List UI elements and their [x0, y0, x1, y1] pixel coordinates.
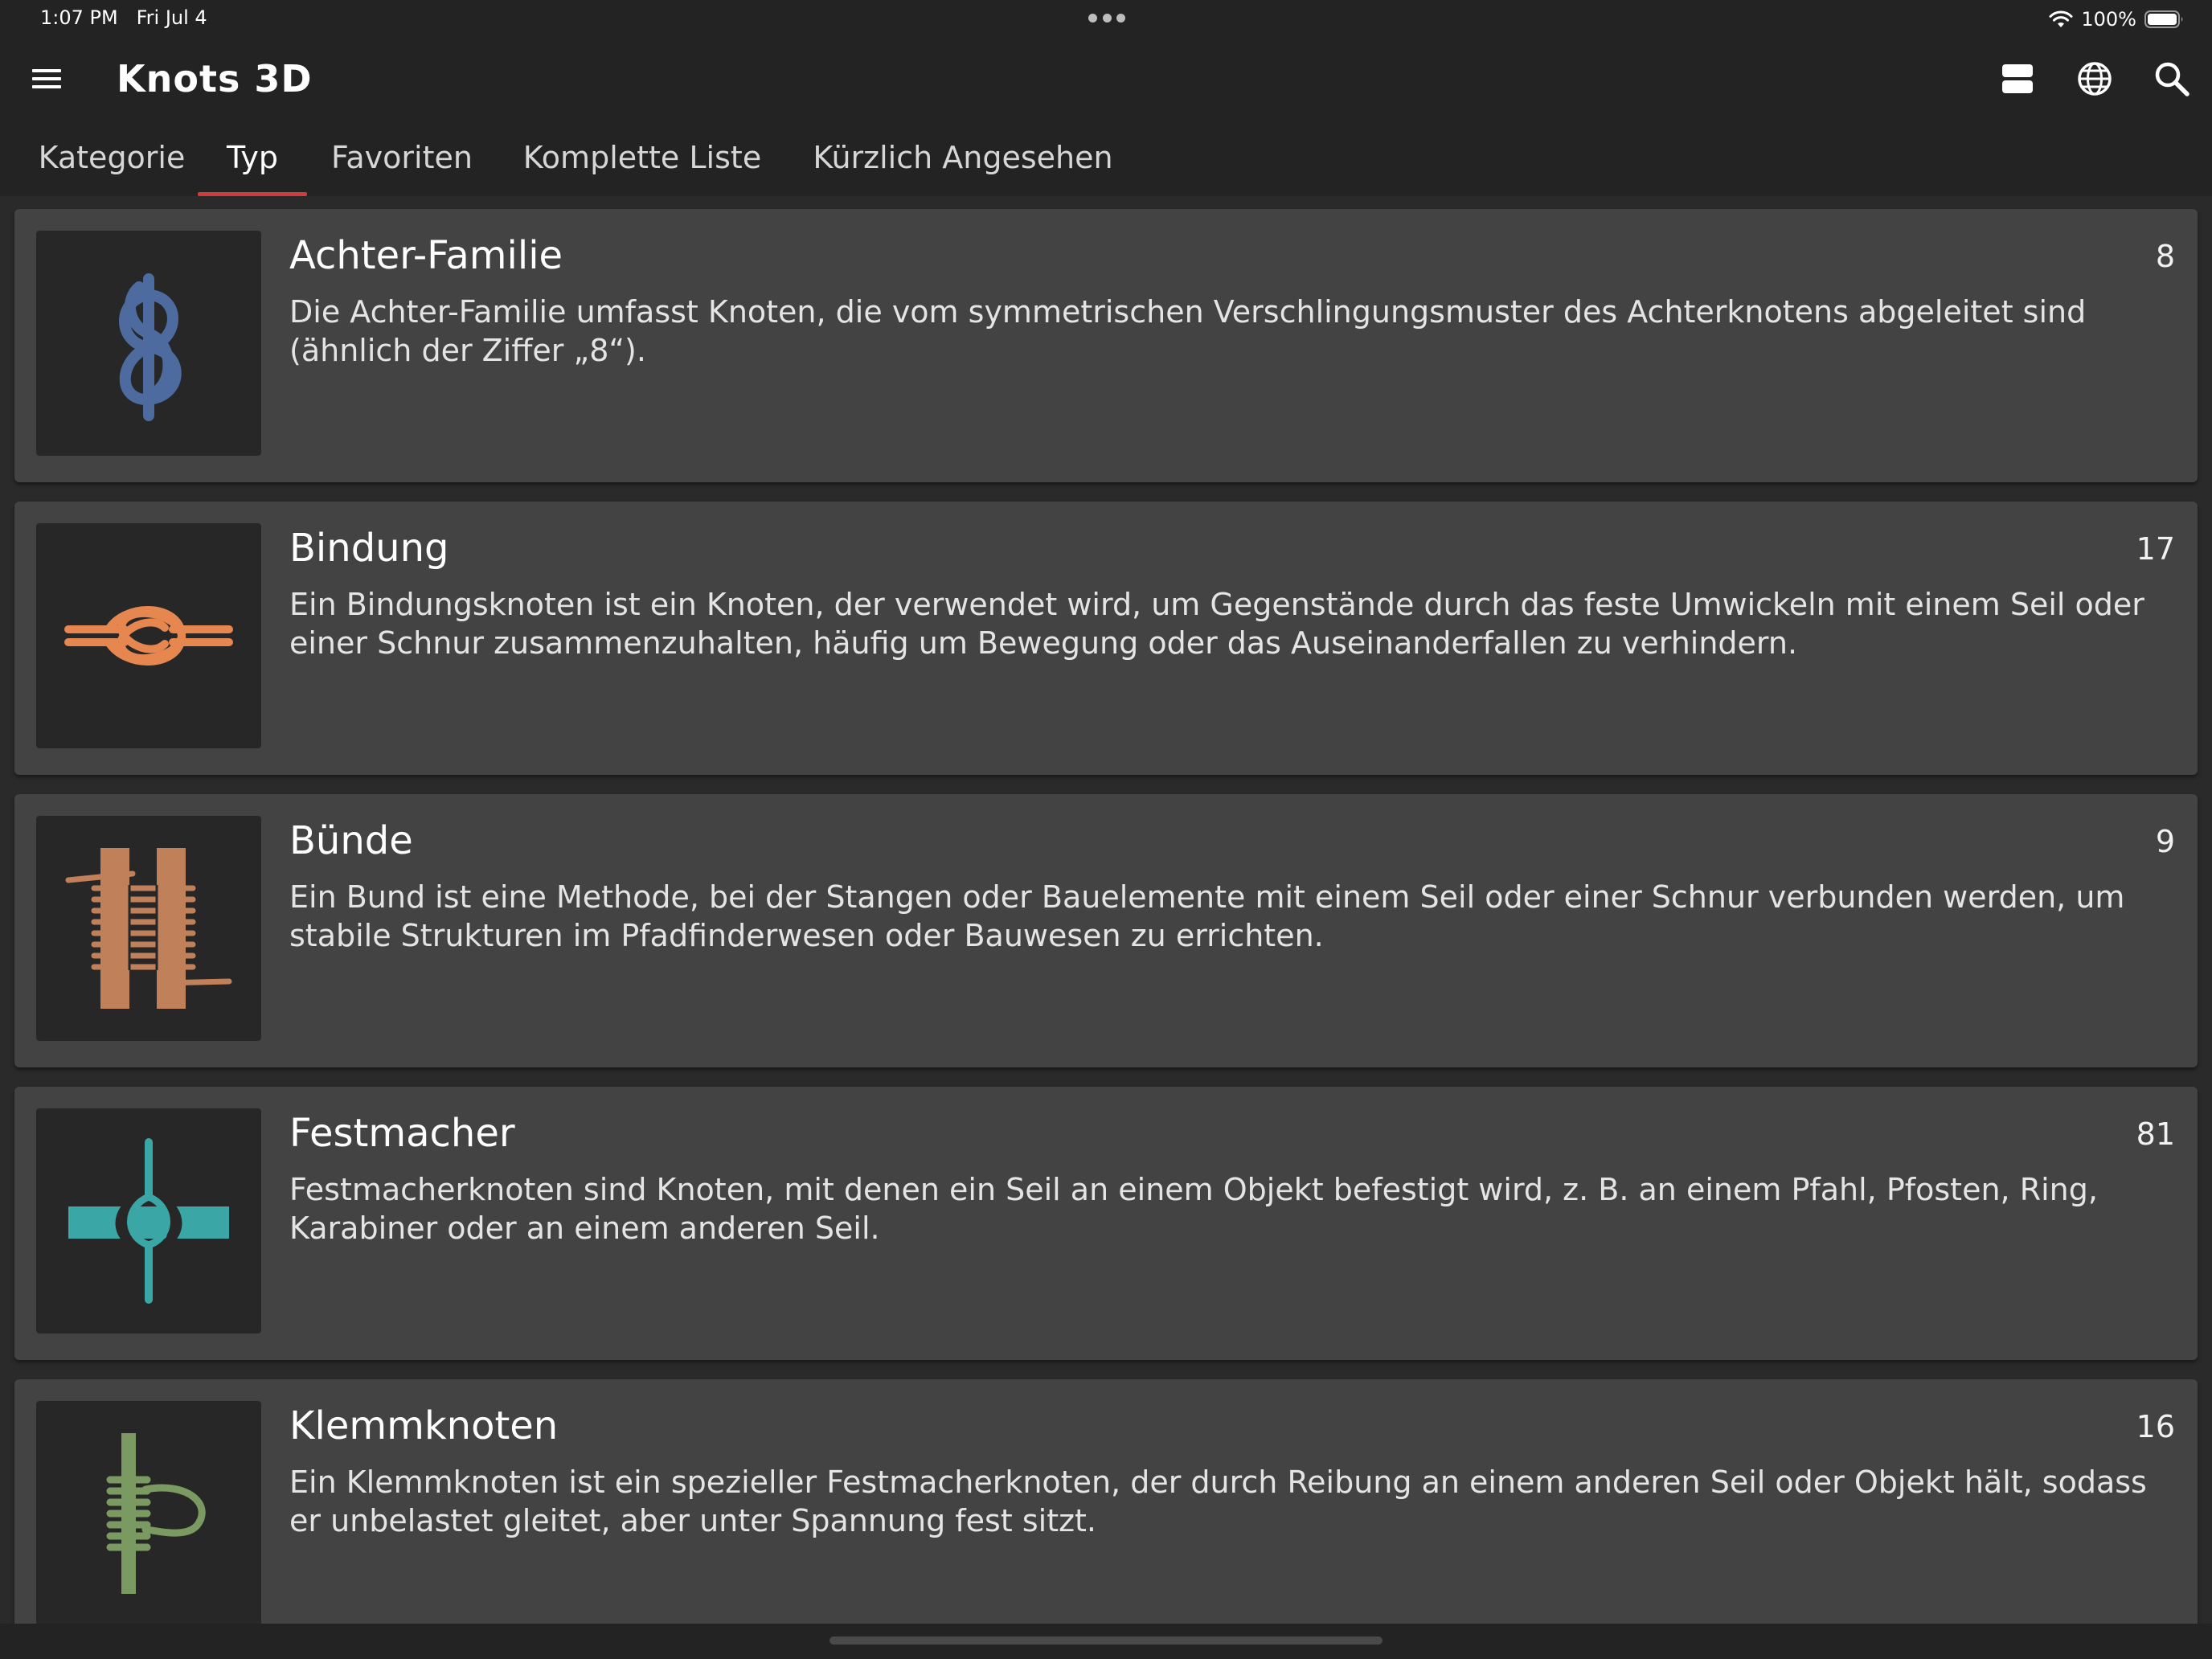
hitch-knot-icon: [68, 1138, 229, 1304]
category-description: Ein Klemmknoten ist ein spezieller Festm…: [289, 1464, 2147, 1538]
view-toggle-button[interactable]: [1995, 56, 2040, 101]
app-bar-actions: [1995, 56, 2194, 101]
tab-kategorie[interactable]: Kategorie: [26, 130, 198, 196]
category-card-buende[interactable]: Bünde 9 Ein Bund ist eine Methode, bei d…: [14, 794, 2198, 1067]
category-card-achter-familie[interactable]: Achter-Familie 8 Die Achter-Familie umfa…: [14, 209, 2198, 482]
category-title: Bindung: [289, 526, 449, 571]
category-count: 16: [2136, 1409, 2175, 1444]
wifi-icon: [2049, 10, 2073, 27]
category-description: Ein Bund ist eine Methode, bei der Stang…: [289, 879, 2125, 953]
friction-hitch-icon: [106, 1433, 206, 1594]
status-right: 100%: [2049, 5, 2185, 34]
category-title: Bünde: [289, 818, 413, 863]
multitasking-dots-icon[interactable]: [1088, 14, 1125, 23]
binding-knot-icon: [64, 606, 233, 666]
battery-percentage: 100%: [2081, 8, 2136, 31]
menu-button[interactable]: [24, 56, 69, 101]
category-count: 81: [2136, 1116, 2175, 1152]
tab-favoriten[interactable]: Favoriten: [331, 130, 473, 196]
tab-kuerzlich-angesehen[interactable]: Kürzlich Angesehen: [812, 130, 1114, 196]
category-thumbnail: [36, 1401, 261, 1624]
status-time: 1:07 PM Fri Jul 4: [40, 6, 207, 29]
home-indicator[interactable]: [830, 1636, 1382, 1645]
status-time-text: 1:07 PM: [40, 6, 118, 29]
figure-eight-knot-icon: [119, 273, 182, 421]
view-toggle-icon: [2002, 64, 2033, 93]
category-title: Festmacher: [289, 1111, 515, 1156]
tab-komplette-liste[interactable]: Komplette Liste: [522, 130, 762, 196]
search-button[interactable]: [2149, 56, 2194, 101]
app-title: Knots 3D: [117, 57, 313, 100]
status-date-text: Fri Jul 4: [136, 6, 207, 29]
category-card-festmacher[interactable]: Festmacher 81 Festmacherknoten sind Knot…: [14, 1087, 2198, 1360]
category-thumbnail: [36, 1108, 261, 1333]
category-description: Ein Bindungsknoten ist ein Knoten, der v…: [289, 587, 2144, 661]
category-description: Festmacherknoten sind Knoten, mit denen …: [289, 1172, 2098, 1246]
category-card-bindung[interactable]: Bindung 17 Ein Bindungsknoten ist ein Kn…: [14, 502, 2198, 775]
language-button[interactable]: [2072, 56, 2117, 101]
menu-icon: [32, 69, 61, 88]
globe-icon: [2078, 62, 2112, 96]
category-thumbnail: [36, 231, 261, 456]
status-bar: 1:07 PM Fri Jul 4 100%: [0, 0, 2212, 39]
category-thumbnail: [36, 816, 261, 1041]
lashing-icon: [65, 848, 232, 1009]
category-title: Klemmknoten: [289, 1403, 559, 1448]
battery-icon: [2144, 10, 2183, 28]
tab-bar: Kategorie Typ Favoriten Komplette Liste …: [0, 130, 2212, 196]
category-list: Achter-Familie 8 Die Achter-Familie umfa…: [0, 196, 2212, 1624]
tab-typ[interactable]: Typ: [198, 130, 307, 196]
category-card-klemmknoten[interactable]: Klemmknoten 16 Ein Klemmknoten ist ein s…: [14, 1379, 2198, 1624]
app-bar: Knots 3D: [0, 39, 2212, 119]
category-description: Die Achter-Familie umfasst Knoten, die v…: [289, 294, 2087, 368]
category-count: 17: [2136, 531, 2175, 567]
category-thumbnail: [36, 523, 261, 748]
search-icon: [2155, 62, 2189, 96]
category-count: 8: [2155, 239, 2175, 274]
category-title: Achter-Familie: [289, 233, 563, 278]
category-count: 9: [2155, 824, 2175, 859]
